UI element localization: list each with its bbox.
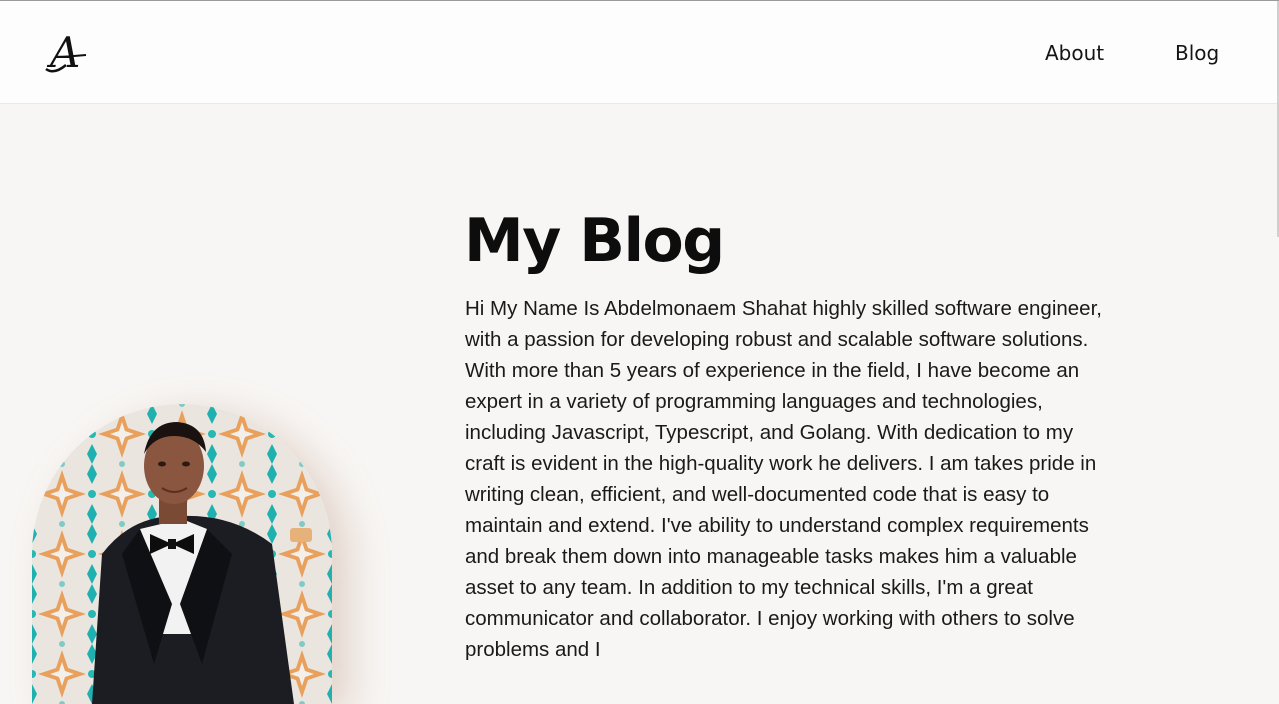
page-scrollbar[interactable] [1273,1,1279,237]
profile-photo [32,404,332,704]
bio-paragraph: Hi My Name Is Abdelmonaem Shahat highly … [465,297,1102,661]
logo-icon[interactable]: A [44,31,102,75]
nav-about-link[interactable]: About [1045,41,1104,65]
site-header: A About Blog [0,1,1279,104]
page-title: My Blog [464,206,725,276]
profile-photo-image [32,404,332,704]
nav-blog-link[interactable]: Blog [1175,41,1219,65]
